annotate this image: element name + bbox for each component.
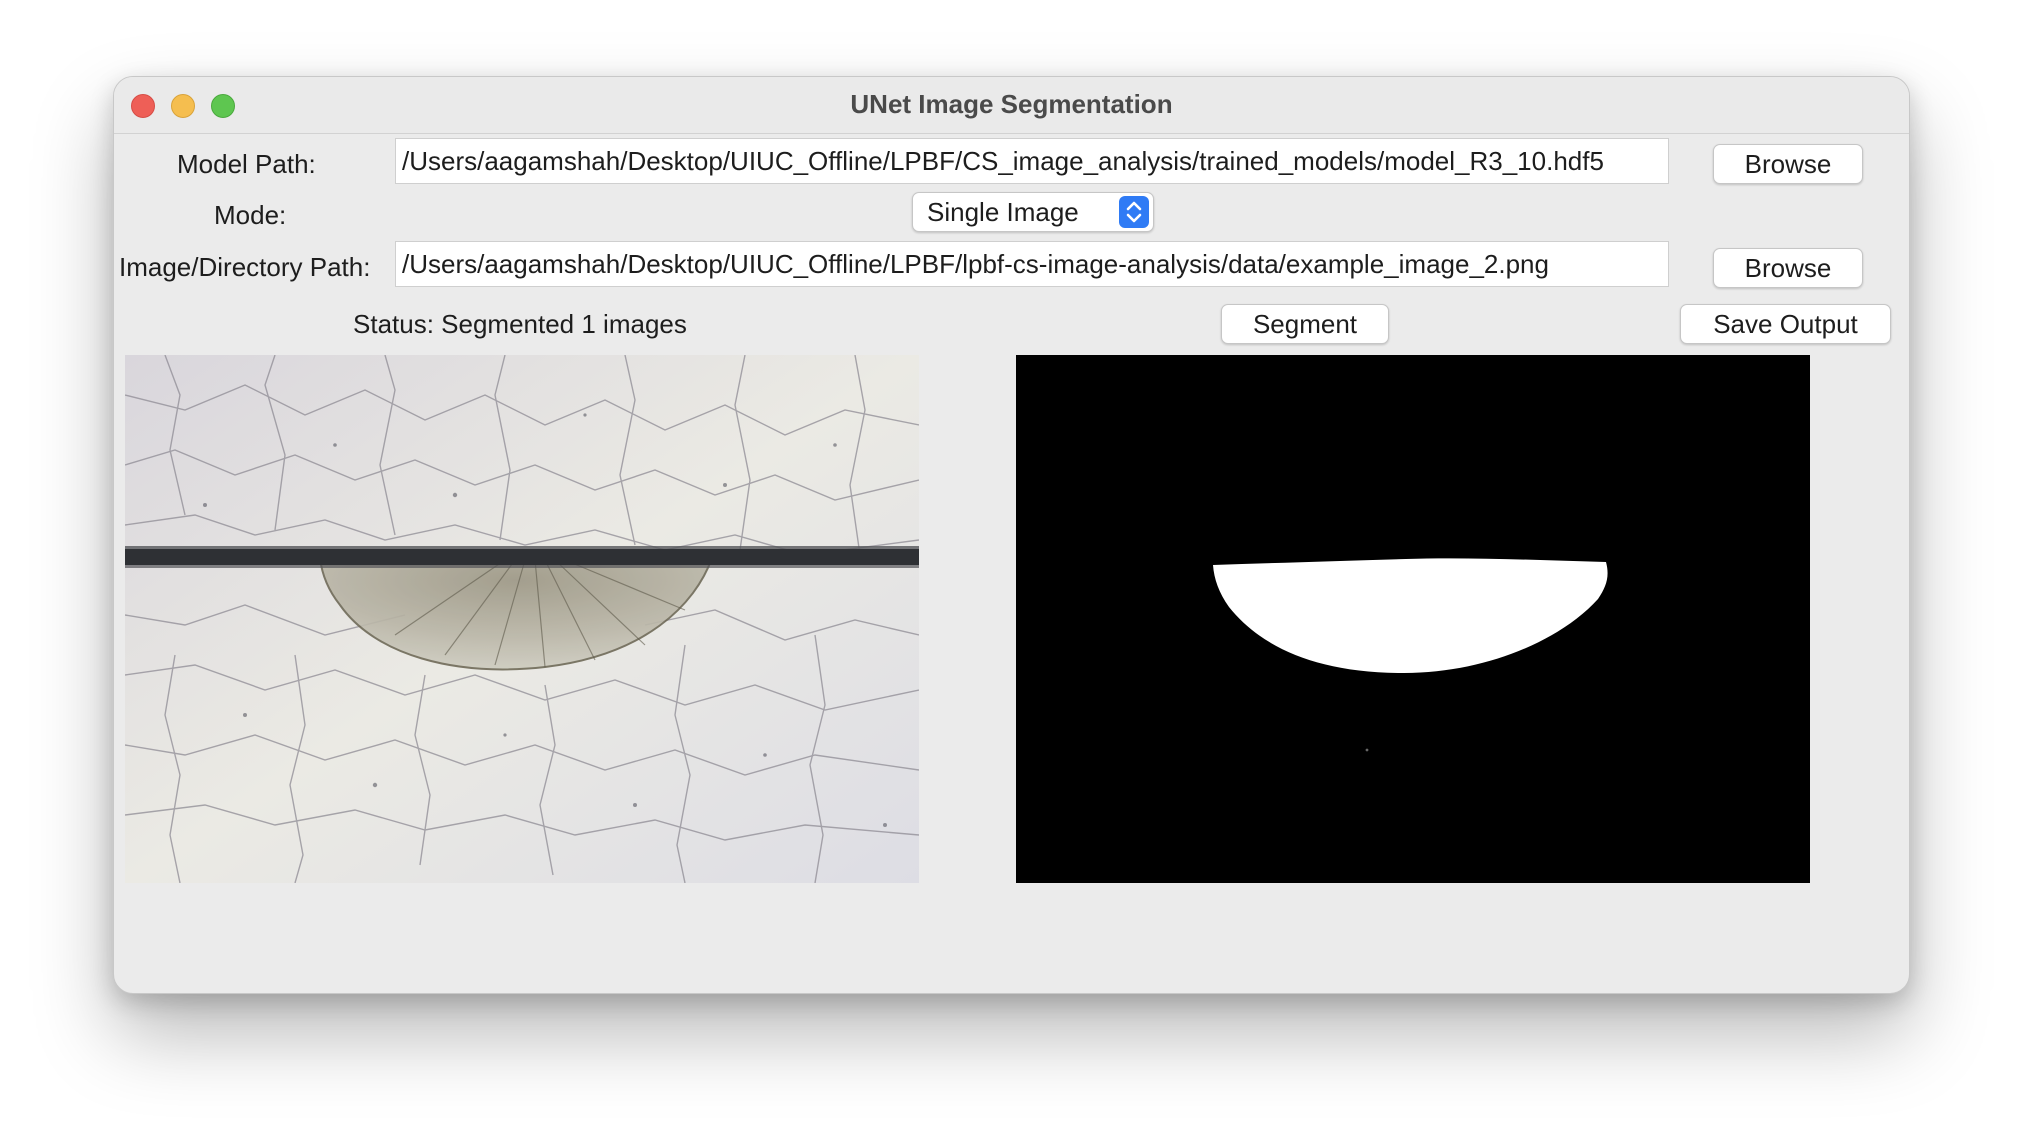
app-window: UNet Image Segmentation Model Path: /Use…	[113, 76, 1910, 994]
status-text: Status: Segmented 1 images	[353, 309, 687, 339]
micrograph-image	[125, 355, 919, 883]
mode-label: Mode:	[214, 200, 287, 230]
image-path-input[interactable]: /Users/aagamshah/Desktop/UIUC_Offline/LP…	[395, 241, 1669, 287]
model-path-label: Model Path:	[177, 149, 316, 179]
chevron-up-down-icon	[1119, 196, 1149, 228]
output-image	[1016, 355, 1810, 883]
image-path-label: Image/Directory Path:	[119, 252, 371, 282]
segment-button[interactable]: Segment	[1221, 304, 1389, 344]
mode-selected-value: Single Image	[927, 197, 1079, 227]
input-image	[125, 355, 919, 883]
model-path-input[interactable]: /Users/aagamshah/Desktop/UIUC_Offline/LP…	[395, 138, 1669, 184]
title-bar: UNet Image Segmentation	[114, 77, 1909, 134]
segmentation-mask-image	[1016, 355, 1810, 883]
window-title: UNet Image Segmentation	[850, 89, 1173, 119]
image-browse-button[interactable]: Browse	[1713, 248, 1863, 288]
save-output-button[interactable]: Save Output	[1680, 304, 1891, 344]
mode-select[interactable]: Single Image	[912, 192, 1154, 232]
model-browse-button[interactable]: Browse	[1713, 144, 1863, 184]
